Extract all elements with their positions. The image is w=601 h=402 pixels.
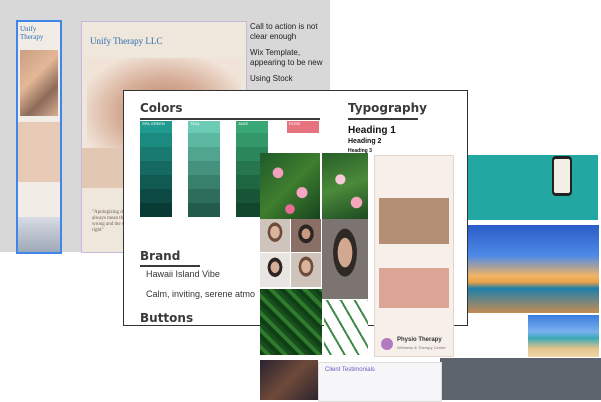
colors-rule [140,118,320,120]
physio-subtitle: Wellness & Therapy Center [397,345,446,350]
physio-name: Physio Therapy [397,337,442,343]
physio-color-band [379,268,449,308]
phone-mockup [552,156,572,196]
brand-line-1: Hawaii Island Vibe [146,269,220,279]
portrait-photo [322,219,368,299]
swatch-label: TEAL [188,121,220,133]
heading1-sample: Heading 1 [348,125,396,136]
palm-pattern-tile [468,318,520,356]
swatch-teal: TEAL [188,121,220,231]
main-site-title: Unify Therapy LLC [90,36,163,46]
beach-sunset-photo [465,225,599,313]
left-site-footer-image [18,217,60,252]
leaf-pattern-tile [324,300,368,355]
note-cta: Call to action is not clear enough [250,22,318,41]
portrait-photo [291,253,321,287]
site-footer-preview [440,358,601,400]
physio-site-preview: Physio Therapy Wellness & Therapy Center [374,155,454,357]
swatch-label: SPA GREEN [140,121,172,133]
swatch-spa-green: SPA GREEN [140,121,172,231]
typography-rule [348,118,418,120]
tropical-leaves-photo [260,289,322,355]
physio-logo-icon [381,338,393,350]
review-notes: Call to action is not clear enough Wix T… [250,22,335,90]
portrait-photo [291,219,321,252]
brand-rule [140,265,200,267]
left-site-band [18,122,60,182]
brand-line-2: Calm, inviting, serene atmo [146,289,256,299]
left-site-preview: Unify Therapy [16,20,62,254]
swatch-label: JADE [236,121,268,133]
buttons-heading: Buttons [140,311,194,325]
testimonials-title: Client Testimonials [325,367,375,373]
fern-photo [260,360,318,400]
note-template: Wix Template, appearing to be new [250,48,323,67]
left-site-hero-image [20,50,58,116]
colors-heading: Colors [140,101,183,115]
portrait-photo [260,253,290,287]
heading2-sample: Heading 2 [348,138,382,145]
physio-hero-image [379,198,449,244]
beach-palm-photo [528,315,599,357]
water-lily-photo [322,153,368,219]
app-promo-tile [468,155,598,220]
brand-heading: Brand [140,249,181,263]
note-stock: Using Stock [250,74,293,83]
typography-heading: Typography [348,101,427,115]
portrait-photo [260,219,290,252]
testimonials-preview: Client Testimonials [318,362,442,402]
swatch-label: ROSE [287,121,319,133]
left-site-title: Unify Therapy [20,25,44,41]
water-lily-photo [260,153,320,219]
